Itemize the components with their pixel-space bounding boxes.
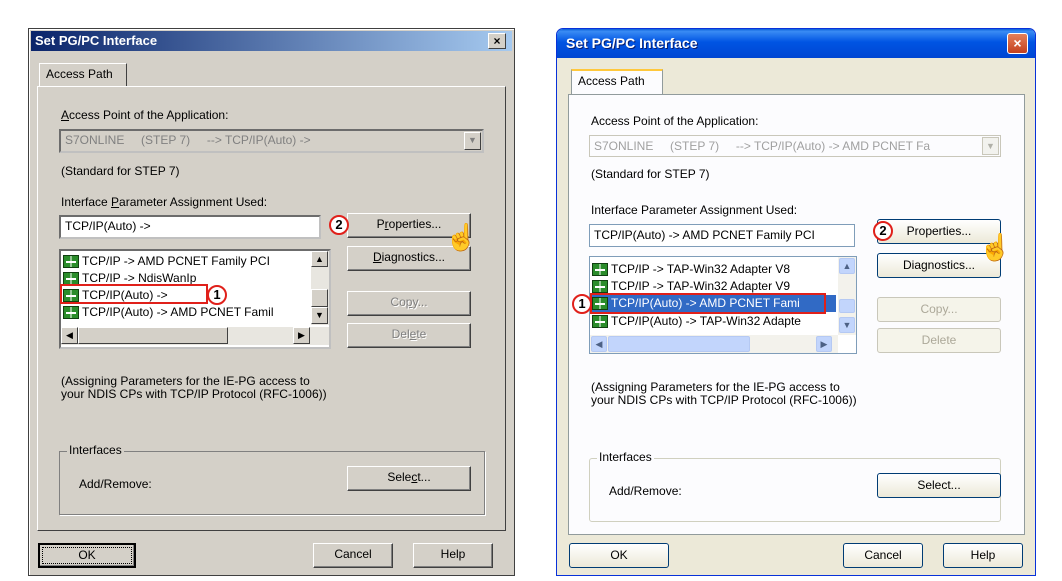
delete-button[interactable]: Delete — [877, 328, 1001, 353]
classic-title-bar: Set PG/PC Interface — [31, 31, 512, 51]
vertical-scrollbar[interactable]: ▲ ▼ — [311, 251, 329, 325]
assignment-value: TCP/IP(Auto) -> — [65, 219, 151, 233]
network-adapter-icon — [592, 263, 608, 277]
scroll-thumb[interactable] — [608, 336, 750, 352]
tab-access-path[interactable]: Access Path — [39, 63, 127, 87]
network-adapter-icon — [592, 280, 608, 294]
add-remove-label: Add/Remove: — [609, 484, 682, 498]
copy-button[interactable]: Copy... — [347, 291, 471, 316]
select-button[interactable]: Select... — [347, 466, 471, 491]
list-item[interactable]: TCP/IP -> TAP-Win32 Adapter V8 — [592, 261, 836, 278]
hand-pointer-icon: ☝ — [445, 222, 478, 252]
selection-highlight — [590, 293, 826, 314]
scroll-left-icon[interactable]: ◀ — [61, 327, 78, 344]
close-icon[interactable]: × — [488, 33, 506, 49]
scroll-down-icon[interactable]: ▼ — [311, 307, 328, 324]
network-adapter-icon — [592, 315, 608, 329]
delete-button[interactable]: Delete — [347, 323, 471, 348]
scroll-thumb[interactable] — [78, 327, 228, 344]
interfaces-group-label: Interfaces — [597, 450, 654, 464]
network-adapter-icon — [63, 255, 79, 269]
help-button[interactable]: Help — [943, 543, 1023, 568]
list-item[interactable]: TCP/IP(Auto) -> AMD PCNET Famil — [63, 304, 311, 321]
assignment-label: Interface Parameter Assignment Used: — [61, 195, 268, 209]
scroll-up-icon[interactable]: ▲ — [839, 258, 855, 274]
xp-title: Set PG/PC Interface — [566, 35, 698, 51]
step-marker-1: 1 — [207, 285, 227, 305]
scroll-up-icon[interactable]: ▲ — [311, 251, 328, 267]
chevron-down-icon[interactable]: ▼ — [982, 137, 999, 155]
chevron-down-icon[interactable]: ▼ — [464, 132, 481, 150]
horizontal-scrollbar[interactable]: ◀ ▶ — [590, 335, 838, 353]
access-point-value: S7ONLINE (STEP 7) --> TCP/IP(Auto) -> — [65, 133, 311, 147]
list-item[interactable]: TCP/IP(Auto) -> TAP-Win32 Adapte — [592, 313, 836, 330]
access-point-label: Access Point of the Application: — [61, 108, 229, 122]
cancel-button[interactable]: Cancel — [313, 543, 393, 568]
step-marker-2: 2 — [329, 215, 349, 235]
copy-button[interactable]: Copy... — [877, 297, 1001, 322]
list-item[interactable]: TCP/IP -> AMD PCNET Family PCI — [63, 253, 311, 270]
add-remove-label: Add/Remove: — [79, 477, 152, 491]
scroll-left-icon[interactable]: ◀ — [591, 336, 607, 352]
assignment-value: TCP/IP(Auto) -> AMD PCNET Family PCI — [594, 228, 815, 242]
scroll-right-icon[interactable]: ▶ — [293, 327, 310, 344]
ok-button[interactable]: OK — [569, 543, 669, 568]
cancel-button[interactable]: Cancel — [843, 543, 923, 568]
access-point-note: (Standard for STEP 7) — [591, 167, 710, 181]
tab-access-path[interactable]: Access Path — [571, 69, 663, 95]
access-point-dropdown[interactable]: S7ONLINE (STEP 7) --> TCP/IP(Auto) -> ▼ — [59, 129, 484, 153]
network-adapter-icon — [63, 306, 79, 320]
scroll-down-icon[interactable]: ▼ — [839, 317, 855, 333]
scroll-thumb[interactable] — [311, 289, 328, 307]
access-point-label: Access Point of the Application: — [591, 114, 759, 128]
assignment-field[interactable]: TCP/IP(Auto) -> AMD PCNET Family PCI — [589, 224, 855, 247]
tab-label: Access Path — [46, 67, 113, 81]
access-point-dropdown[interactable]: S7ONLINE (STEP 7) --> TCP/IP(Auto) -> AM… — [589, 135, 1001, 157]
xp-title-bar: Set PG/PC Interface — [557, 29, 1035, 58]
step-marker-1: 1 — [572, 294, 592, 314]
access-point-note: (Standard for STEP 7) — [61, 164, 180, 178]
classic-title: Set PG/PC Interface — [35, 33, 158, 48]
access-point-value: S7ONLINE (STEP 7) --> TCP/IP(Auto) -> AM… — [594, 139, 931, 153]
select-button[interactable]: Select... — [877, 473, 1001, 498]
step-marker-2: 2 — [873, 221, 893, 241]
ok-button[interactable]: OK — [38, 543, 136, 568]
selection-highlight — [60, 284, 208, 304]
xp-dialog: Set PG/PC Interface × Access Path Access… — [556, 28, 1036, 576]
assignment-label: Interface Parameter Assignment Used: — [591, 203, 798, 217]
hand-pointer-icon: ☝ — [979, 232, 1012, 262]
close-icon[interactable]: × — [1007, 33, 1028, 54]
assignment-field[interactable]: TCP/IP(Auto) -> — [59, 215, 321, 239]
tab-label: Access Path — [578, 74, 645, 88]
help-button[interactable]: Help — [413, 543, 493, 568]
scroll-right-icon[interactable]: ▶ — [816, 336, 832, 352]
interfaces-group-label: Interfaces — [67, 443, 124, 457]
vertical-scrollbar[interactable]: ▲ ▼ — [838, 257, 856, 335]
scroll-thumb[interactable] — [839, 299, 855, 313]
description-text: (Assigning Parameters for the IE-PG acce… — [61, 374, 327, 401]
classic-dialog: Set PG/PC Interface × Access Path Access… — [28, 28, 515, 576]
horizontal-scrollbar[interactable]: ◀ ▶ — [61, 327, 329, 345]
description-text: (Assigning Parameters for the IE-PG acce… — [591, 380, 857, 407]
